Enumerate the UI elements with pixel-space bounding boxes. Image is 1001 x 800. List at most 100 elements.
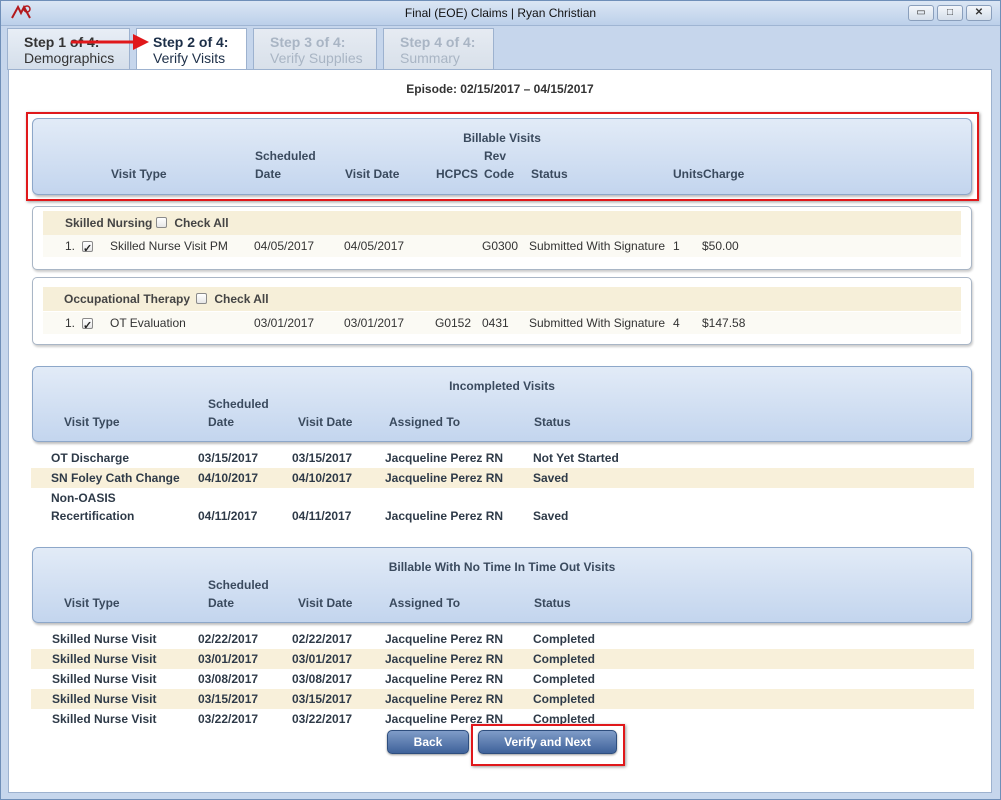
visit-checkbox-cell[interactable] bbox=[82, 236, 93, 260]
scheduled-date: 03/15/2017 bbox=[198, 451, 259, 465]
visit-type: Skilled Nurse Visit bbox=[52, 632, 157, 646]
table-row: Non-OASIS Recertification 04/11/2017 04/… bbox=[31, 488, 974, 526]
visit-date: 03/01/2017 bbox=[292, 652, 353, 666]
claims-window: Final (EOE) Claims | Ryan Christian ▭ □ … bbox=[0, 0, 1001, 800]
close-button[interactable]: ✕ bbox=[966, 5, 992, 21]
scheduled-date: 04/05/2017 bbox=[254, 239, 315, 253]
tab-verify-visits[interactable]: Step 2 of 4: Verify Visits bbox=[136, 28, 247, 71]
charge: $50.00 bbox=[702, 239, 739, 253]
col-scheduled: Scheduled bbox=[208, 397, 269, 411]
units: 1 bbox=[673, 239, 680, 253]
visit-date: 02/22/2017 bbox=[292, 632, 353, 646]
section-title: Incompleted Visits bbox=[449, 379, 555, 393]
table-row: Skilled Nurse Visit 03/15/2017 03/15/201… bbox=[31, 689, 974, 709]
check-all-label: Check All bbox=[214, 292, 269, 306]
section-title: Billable With No Time In Time Out Visits bbox=[388, 560, 616, 574]
visit-date: 04/11/2017 bbox=[292, 509, 352, 523]
col-visit-type: Visit Type bbox=[64, 415, 120, 429]
status: Saved bbox=[533, 509, 569, 523]
assigned-to: Jacqueline Perez RN bbox=[385, 509, 504, 523]
check-all[interactable]: Check All bbox=[156, 211, 229, 235]
scheduled-date: 03/01/2017 bbox=[254, 316, 315, 330]
check-all[interactable]: Check All bbox=[196, 287, 269, 311]
col-visit-date: Visit Date bbox=[298, 415, 353, 429]
visit-type: Skilled Nurse Visit bbox=[52, 672, 157, 686]
assigned-to: Jacqueline Perez RN bbox=[385, 451, 504, 465]
row-number: 1. bbox=[65, 239, 76, 253]
visit-type: OT Evaluation bbox=[110, 316, 186, 330]
rev-code: 0431 bbox=[482, 316, 509, 330]
back-button[interactable]: Back bbox=[387, 730, 469, 754]
scheduled-date: 03/08/2017 bbox=[198, 672, 259, 686]
check-all-checkbox[interactable] bbox=[196, 293, 207, 304]
col-scheduled: Scheduled bbox=[208, 578, 269, 592]
group-occupational-therapy: Occupational Therapy Check All 1. OT Eva… bbox=[32, 277, 972, 345]
table-row: OT Discharge 03/15/2017 03/15/2017 Jacqu… bbox=[31, 448, 974, 468]
visit-type: OT Discharge bbox=[51, 451, 130, 465]
tab-step-label: Step 4 of 4: bbox=[400, 34, 476, 50]
check-all-label: Check All bbox=[174, 216, 229, 230]
visit-type: Skilled Nurse Visit bbox=[52, 652, 157, 666]
col-scheduled-date: Date bbox=[208, 415, 235, 429]
visit-date: 04/05/2017 bbox=[344, 239, 405, 253]
visit-checkbox[interactable] bbox=[82, 315, 93, 337]
visit-date: 03/15/2017 bbox=[292, 692, 353, 706]
visit-date: 04/10/2017 bbox=[292, 471, 353, 485]
highlight-box bbox=[26, 112, 979, 201]
scheduled-date: 03/22/2017 bbox=[198, 712, 259, 726]
visit-type: Skilled Nurse Visit bbox=[52, 712, 157, 726]
status: Completed bbox=[533, 672, 596, 686]
status: Submitted With Signature bbox=[529, 239, 666, 253]
visit-date: 03/22/2017 bbox=[292, 712, 353, 726]
minimize-button[interactable]: ▭ bbox=[908, 5, 934, 21]
group-header: Skilled Nursing Check All bbox=[43, 211, 961, 235]
red-arrow-icon bbox=[71, 34, 149, 50]
maximize-button[interactable]: □ bbox=[937, 5, 963, 21]
table-row: Skilled Nurse Visit 03/01/2017 03/01/201… bbox=[31, 649, 974, 669]
group-name: Occupational Therapy bbox=[64, 292, 191, 306]
visit-date: 03/15/2017 bbox=[292, 451, 353, 465]
tab-verify-supplies[interactable]: Step 3 of 4: Verify Supplies bbox=[253, 28, 377, 70]
visit-checkbox[interactable] bbox=[82, 238, 93, 260]
assigned-to: Jacqueline Perez RN bbox=[385, 672, 504, 686]
status: Saved bbox=[533, 471, 569, 485]
tab-step-label: Step 3 of 4: bbox=[270, 34, 346, 50]
units: 4 bbox=[673, 316, 680, 330]
tab-name-label: Verify Visits bbox=[153, 50, 226, 66]
visit-type: Skilled Nurse Visit bbox=[52, 692, 157, 706]
highlight-box bbox=[471, 724, 625, 766]
col-scheduled-date: Date bbox=[208, 596, 235, 610]
title-bar[interactable]: Final (EOE) Claims | Ryan Christian ▭ □ … bbox=[1, 1, 1000, 26]
col-visit-date: Visit Date bbox=[298, 596, 353, 610]
no-time-visits-header: Billable With No Time In Time Out Visits… bbox=[32, 547, 972, 623]
col-assigned-to: Assigned To bbox=[389, 596, 461, 610]
table-row: 1. Skilled Nurse Visit PM 04/05/2017 04/… bbox=[43, 235, 961, 260]
window-title: Final (EOE) Claims | Ryan Christian bbox=[404, 6, 597, 20]
assigned-to: Jacqueline Perez RN bbox=[385, 692, 504, 706]
visit-date: 03/01/2017 bbox=[344, 316, 405, 330]
assigned-to: Jacqueline Perez RN bbox=[385, 652, 504, 666]
assigned-to: Jacqueline Perez RN bbox=[385, 632, 504, 646]
table-row: SN Foley Cath Change 04/10/2017 04/10/20… bbox=[31, 468, 974, 488]
table-row: 1. OT Evaluation 03/01/2017 03/01/2017 G… bbox=[43, 312, 961, 337]
status: Submitted With Signature bbox=[529, 316, 666, 330]
row-number: 1. bbox=[65, 316, 76, 330]
hcpcs: G0152 bbox=[435, 316, 472, 330]
check-all-checkbox[interactable] bbox=[156, 217, 167, 228]
scheduled-date: 04/11/2017 bbox=[198, 509, 258, 523]
group-name: Skilled Nursing bbox=[65, 216, 153, 230]
tab-step-label: Step 2 of 4: bbox=[153, 34, 229, 50]
status: Completed bbox=[533, 652, 596, 666]
table-row: Skilled Nurse Visit 02/22/2017 02/22/201… bbox=[31, 629, 974, 649]
col-assigned-to: Assigned To bbox=[389, 415, 461, 429]
table-row: Skilled Nurse Visit 03/08/2017 03/08/201… bbox=[31, 669, 974, 689]
tab-name-label: Verify Supplies bbox=[270, 50, 363, 66]
visit-type: SN Foley Cath Change bbox=[51, 471, 180, 485]
visit-checkbox-cell[interactable] bbox=[82, 313, 93, 337]
col-visit-type: Visit Type bbox=[64, 596, 120, 610]
tab-summary[interactable]: Step 4 of 4: Summary bbox=[383, 28, 494, 70]
assigned-to: Jacqueline Perez RN bbox=[385, 471, 504, 485]
incompleted-visits-header: Incompleted Visits Visit Type Scheduled … bbox=[32, 366, 972, 442]
charge: $147.58 bbox=[702, 316, 746, 330]
status: Completed bbox=[533, 632, 596, 646]
